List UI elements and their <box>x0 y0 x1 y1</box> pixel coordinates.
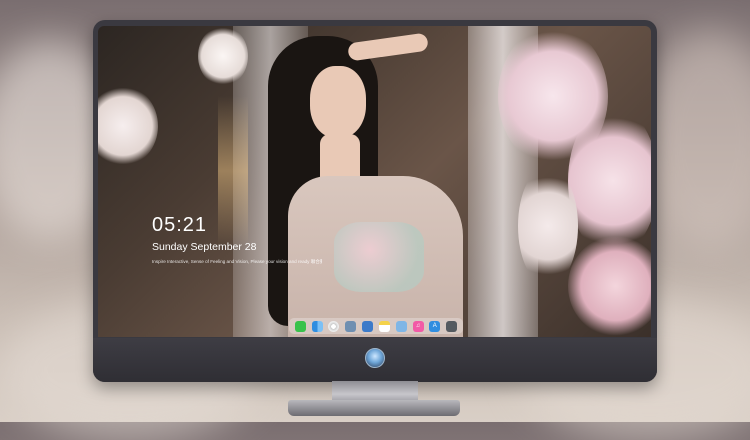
wallpaper-arm <box>347 32 429 62</box>
wallpaper-blossom <box>568 106 651 256</box>
safari-icon <box>328 320 340 332</box>
wallpaper-blossom <box>568 236 651 336</box>
dock-app-music[interactable]: ♫ <box>412 320 424 332</box>
dock-app-safari[interactable] <box>328 320 340 332</box>
dock: ♫ A <box>289 318 463 334</box>
app-store-icon: A <box>432 323 437 329</box>
brand-logo-icon <box>365 348 385 368</box>
notes-icon <box>378 320 390 332</box>
clock-date: Sunday September 28 <box>152 241 257 253</box>
dock-app-photos[interactable] <box>395 320 407 332</box>
screen: 05:21 Sunday September 28 Inspire Intera… <box>98 26 651 337</box>
wallpaper-robe-pattern <box>334 222 424 292</box>
finder-icon <box>311 320 323 332</box>
monitor: 05:21 Sunday September 28 Inspire Intera… <box>93 20 657 382</box>
clock-time: 05:21 <box>152 214 208 236</box>
music-icon: ♫ <box>415 323 421 329</box>
dock-app-preview[interactable] <box>345 320 357 332</box>
dock-app-camera[interactable] <box>446 320 458 332</box>
messages-icon <box>294 320 306 332</box>
dock-app-notes[interactable] <box>378 320 390 332</box>
wallpaper-face <box>310 66 366 138</box>
monitor-stand-base <box>288 400 460 416</box>
dock-app-finder[interactable] <box>311 320 323 332</box>
monitor-chin <box>93 338 657 382</box>
dock-app-video[interactable] <box>362 320 374 332</box>
wallpaper-blossom <box>98 86 158 166</box>
ticker-text: Inspire Interactive, Sense of Feeling an… <box>152 259 322 264</box>
dock-app-messages[interactable] <box>294 320 306 332</box>
wallpaper-blossom <box>198 26 248 86</box>
wallpaper <box>98 26 651 337</box>
camera-icon <box>446 320 458 332</box>
preview-icon <box>345 320 357 332</box>
clapper-icon <box>362 320 374 332</box>
dock-app-app-store[interactable]: A <box>429 320 441 332</box>
photos-icon <box>395 320 407 332</box>
wallpaper-blossom <box>518 166 578 286</box>
lock-screen-overlay: 05:21 Sunday September 28 Inspire Intera… <box>152 214 322 265</box>
